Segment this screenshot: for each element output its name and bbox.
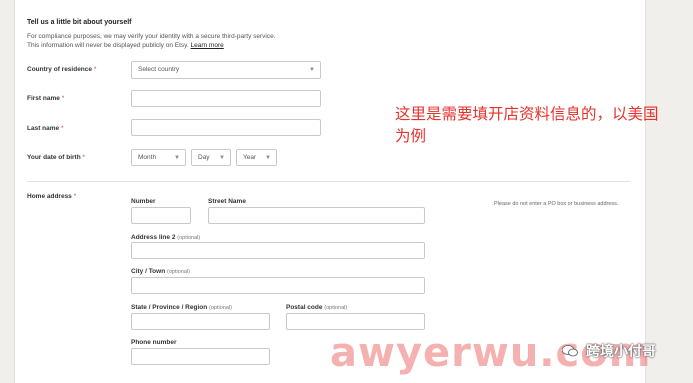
wechat-icon: [562, 345, 578, 357]
required-mark: *: [73, 193, 77, 200]
required-mark: *: [82, 154, 86, 161]
city-label: City / Town (optional): [131, 268, 190, 275]
country-select[interactable]: Select country ▼: [131, 61, 321, 79]
dob-label: Your date of birth *: [27, 154, 85, 161]
number-input[interactable]: [131, 207, 191, 224]
section-title: Tell us a little bit about yourself: [27, 19, 132, 26]
home-address-label: Home address *: [27, 193, 76, 200]
optional-tag: (optional): [324, 305, 348, 311]
learn-more-link[interactable]: Learn more: [191, 42, 224, 49]
required-mark: *: [60, 125, 64, 132]
section-divider: [27, 181, 630, 182]
city-label-text: City / Town: [131, 268, 166, 275]
required-mark: *: [61, 95, 65, 102]
number-label: Number: [131, 198, 156, 205]
address-line-2-input[interactable]: [131, 242, 425, 259]
intro-line-2-text: This information will never be displayed…: [27, 42, 189, 49]
country-label-text: Country of residence: [27, 66, 93, 73]
optional-tag: (optional): [177, 235, 201, 241]
country-select-value: Select country: [138, 66, 180, 73]
state-label: State / Province / Region (optional): [131, 304, 232, 311]
state-label-text: State / Province / Region: [131, 304, 208, 311]
annotation-text: 这里是需要填开店资料信息的，以美国 为例: [395, 103, 659, 147]
phone-number-input[interactable]: [131, 348, 270, 365]
dob-year-value: Year: [243, 154, 257, 161]
chevron-down-icon: ▼: [219, 155, 225, 161]
annotation-line-2: 为例: [395, 127, 427, 145]
optional-tag: (optional): [167, 269, 190, 275]
dob-day-select[interactable]: Day ▼: [191, 149, 231, 166]
section-intro: For compliance purposes, we may verify y…: [27, 32, 276, 50]
chevron-down-icon: ▼: [309, 67, 315, 73]
last-name-label: Last name *: [27, 125, 64, 132]
po-box-note: Please do not enter a PO box or business…: [494, 201, 619, 207]
home-address-label-text: Home address: [27, 193, 72, 200]
first-name-input[interactable]: [131, 90, 321, 107]
city-input[interactable]: [131, 277, 425, 294]
intro-line-1: For compliance purposes, we may verify y…: [27, 33, 276, 40]
watermark-brand: 跨境小付哥: [586, 344, 656, 360]
dob-month-select[interactable]: Month ▼: [131, 149, 186, 166]
street-name-input[interactable]: [208, 207, 425, 224]
dob-day-value: Day: [198, 154, 210, 161]
first-name-label-text: First name: [27, 95, 60, 102]
chevron-down-icon: ▼: [174, 155, 180, 161]
postal-code-label: Postal code (optional): [286, 304, 347, 311]
address-line-2-label-text: Address line 2: [131, 234, 176, 241]
dob-label-text: Your date of birth: [27, 154, 81, 161]
phone-number-label: Phone number: [131, 339, 177, 346]
last-name-label-text: Last name: [27, 125, 60, 132]
street-name-label: Street Name: [208, 198, 246, 205]
chevron-down-icon: ▼: [265, 155, 271, 161]
dob-year-select[interactable]: Year ▼: [236, 149, 277, 166]
address-line-2-label: Address line 2 (optional): [131, 234, 200, 241]
state-input[interactable]: [131, 313, 270, 330]
dob-month-value: Month: [138, 154, 157, 161]
last-name-input[interactable]: [131, 119, 321, 136]
required-mark: *: [93, 66, 97, 73]
intro-line-2: This information will never be displayed…: [27, 41, 276, 50]
postal-code-input[interactable]: [286, 313, 425, 330]
optional-tag: (optional): [209, 305, 232, 311]
annotation-line-1: 这里是需要填开店资料信息的，以美国: [395, 105, 659, 123]
first-name-label: First name *: [27, 95, 64, 102]
country-label: Country of residence *: [27, 66, 96, 73]
postal-code-label-text: Postal code: [286, 304, 323, 311]
